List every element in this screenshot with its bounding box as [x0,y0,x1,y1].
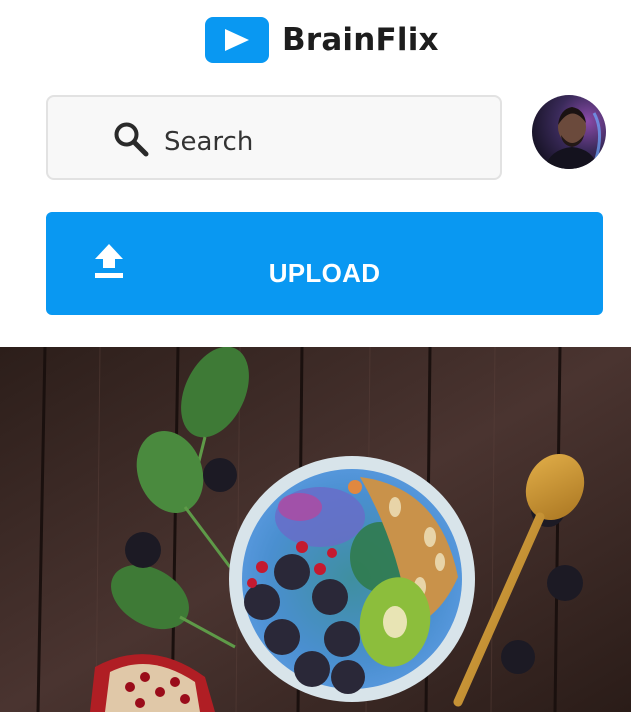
brand-logo[interactable]: BrainFlix [205,17,439,63]
brand-name: BrainFlix [282,22,439,58]
video-thumbnail[interactable] [0,347,631,712]
upload-label: UPLOAD [268,258,381,288]
search-icon [113,121,149,157]
upload-button[interactable]: UPLOAD [46,212,603,315]
play-icon [205,17,269,63]
search-input[interactable] [164,122,464,162]
avatar[interactable] [532,95,606,169]
search-box[interactable] [46,95,502,180]
